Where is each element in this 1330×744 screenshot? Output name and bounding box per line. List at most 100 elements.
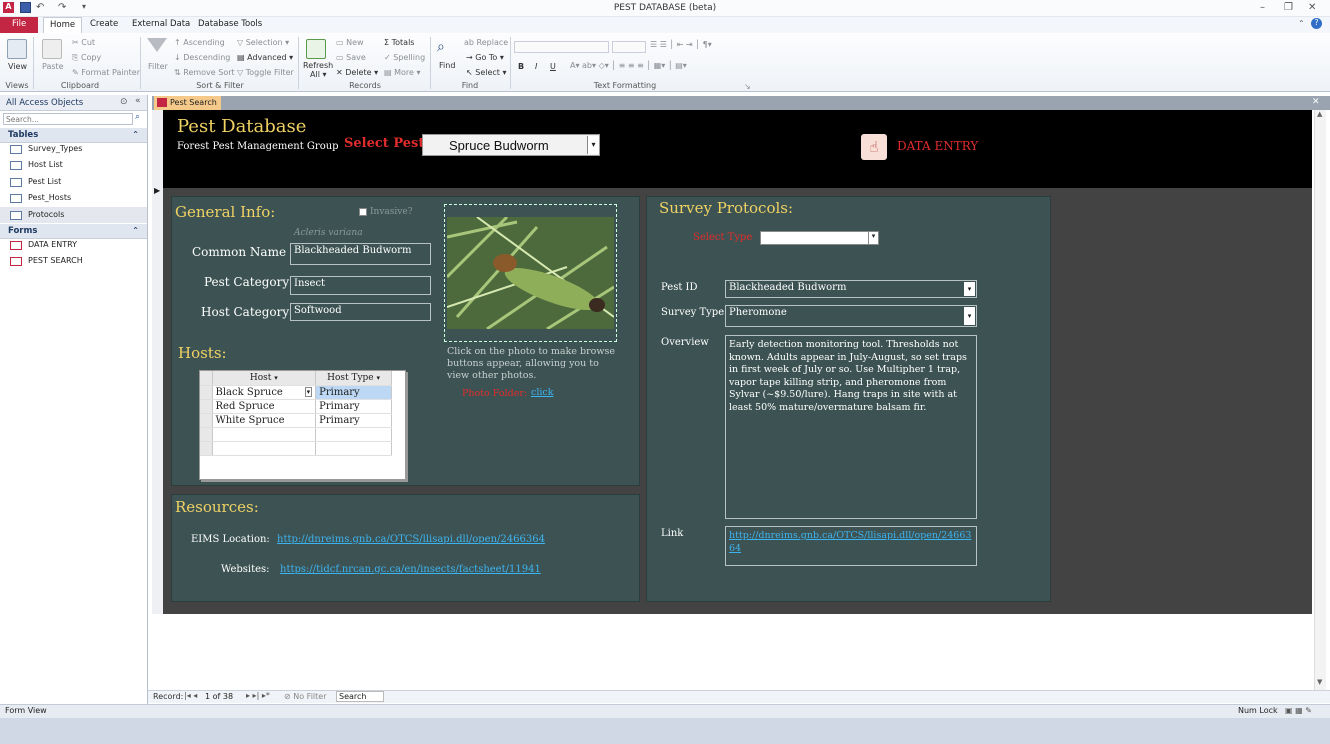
nav-item-pest-list[interactable]: Pest List [8, 174, 146, 190]
view-button[interactable]: View [8, 62, 27, 71]
table-row[interactable]: Red Spruce Primary [200, 399, 392, 414]
pest-category-field[interactable]: Insect [290, 276, 431, 295]
overview-field[interactable]: Early detection monitoring tool. Thresho… [725, 335, 977, 519]
common-name-field[interactable]: Blackheaded Budworm [290, 243, 431, 265]
close-tab-icon[interactable]: ✕ [1312, 97, 1320, 107]
table-row[interactable] [200, 441, 392, 456]
websites-link[interactable]: https://tidcf.nrcan.gc.ca/en/insects/fac… [280, 564, 541, 575]
nav-item-survey-types[interactable]: Survey_Types [8, 141, 146, 157]
pest-photo[interactable] [447, 217, 614, 329]
nav-item-protocols[interactable]: Protocols [0, 207, 147, 223]
host-cell[interactable]: Red Spruce [212, 399, 317, 414]
dialog-launcher-icon[interactable]: ↘ [744, 82, 751, 91]
advanced-button[interactable]: ▤ Advanced ▾ [237, 53, 293, 62]
row-selector[interactable] [200, 399, 213, 414]
scroll-up-icon[interactable]: ▲ [1317, 110, 1322, 118]
record-selector[interactable]: ▶ [152, 110, 163, 614]
binoculars-icon[interactable]: ⌕ [437, 39, 457, 57]
chevron-down-icon[interactable]: ▾ [964, 307, 975, 325]
ascending-label: Ascending [183, 38, 225, 47]
host-type-cell[interactable]: Primary [315, 413, 392, 428]
record-search-input[interactable]: Search [336, 691, 384, 702]
help-icon[interactable]: ? [1311, 18, 1322, 29]
find-button[interactable]: Find [439, 61, 455, 70]
photo-folder-link[interactable]: click [531, 387, 553, 398]
delete-record-button[interactable]: ✕ Delete ▾ [336, 68, 378, 77]
font-size-select [612, 41, 646, 53]
host-cell[interactable]: Black Spruce ▾ [212, 385, 317, 400]
vertical-scrollbar[interactable]: ▲ ▼ [1314, 110, 1326, 690]
group-clipboard: Clipboard [60, 81, 100, 90]
shutter-bar-icon[interactable]: « [135, 96, 141, 106]
nav-search-input[interactable] [3, 113, 133, 125]
next-record-icon[interactable]: ▸ ▸| ▸* [246, 691, 270, 700]
chevron-down-icon[interactable]: ▾ [868, 232, 878, 244]
nav-item-pest-search[interactable]: PEST SEARCH [8, 253, 146, 269]
host-category-field[interactable]: Softwood [290, 303, 431, 321]
pest-photo-frame[interactable] [444, 204, 617, 342]
no-filter-button[interactable]: ⊘ No Filter [284, 692, 326, 701]
close-icon[interactable]: ✕ [1308, 2, 1316, 13]
new-record-button: ▭ New [336, 38, 364, 47]
refresh-button[interactable]: Refresh [303, 61, 333, 70]
scroll-down-icon[interactable]: ▼ [1317, 678, 1322, 686]
goto-label: Go To [475, 53, 498, 62]
data-entry-button[interactable]: DATA ENTRY [897, 139, 978, 153]
record-navigation-bar: Record: |◂ ◂ 1 of 38 ▸ ▸| ▸* ⊘ No Filter… [148, 690, 1330, 703]
nav-item-host-list[interactable]: Host List [8, 157, 146, 173]
row-selector[interactable] [200, 413, 213, 428]
format-painter-label: Format Painter [81, 68, 140, 77]
hosts-col-host[interactable]: Host ▾ [212, 371, 317, 386]
refresh-icon[interactable] [306, 39, 326, 59]
host-type-cell[interactable]: Primary [315, 385, 392, 400]
tab-file[interactable]: File [0, 17, 39, 33]
first-record-icon[interactable]: |◂ ◂ [184, 691, 197, 700]
tab-pest-search[interactable]: Pest Search [154, 96, 221, 110]
link-field[interactable]: http://dnreims.gnb.ca/OTCS/llisapi.dll/o… [725, 526, 977, 566]
hosts-col-type[interactable]: Host Type ▾ [315, 371, 392, 386]
view-icon[interactable] [7, 39, 27, 59]
current-record-icon: ▶ [154, 186, 161, 195]
nav-item-data-entry[interactable]: DATA ENTRY [8, 237, 146, 253]
record-position[interactable]: 1 of 38 [205, 692, 233, 701]
copy-label: Copy [80, 53, 102, 62]
tab-external-data[interactable]: External Data [126, 17, 196, 33]
eims-link[interactable]: http://dnreims.gnb.ca/OTCS/llisapi.dll/o… [277, 534, 545, 545]
filter-button: Filter [148, 62, 168, 71]
goto-button[interactable]: → Go To ▾ [466, 53, 504, 62]
table-row[interactable]: White Spruce Primary [200, 413, 392, 428]
row-selector[interactable] [200, 385, 213, 400]
select-pest-combo[interactable]: Spruce Budworm ▾ [422, 134, 600, 156]
select-type-combo[interactable]: ▾ [760, 231, 879, 245]
restore-icon[interactable]: ❐ [1284, 2, 1293, 13]
minimize-ribbon-icon[interactable]: ⌃ [1298, 19, 1305, 28]
nav-header[interactable]: All Access Objects ⊙ « [0, 95, 147, 111]
tab-database-tools[interactable]: Database Tools [192, 17, 268, 33]
hosts-header-row: Host ▾ Host Type ▾ [200, 371, 392, 386]
chevron-down-icon[interactable]: ▾ [964, 282, 975, 296]
host-type-cell[interactable]: Primary [315, 399, 392, 414]
survey-type-combo[interactable]: Pheromone ▾ [725, 305, 977, 327]
chevron-down-icon[interactable]: ▾ [587, 136, 599, 154]
hand-pointer-icon[interactable]: ☝ [861, 134, 887, 160]
search-icon[interactable]: ⌕ [135, 112, 140, 122]
select-button[interactable]: ↖ Select ▾ [466, 68, 507, 77]
nav-menu-icon[interactable]: ⊙ [120, 97, 128, 107]
view-switcher-icons[interactable]: ▣ ▦ ✎ [1285, 706, 1312, 715]
table-row[interactable]: Black Spruce ▾ Primary [200, 385, 392, 400]
refresh-all-label[interactable]: All ▾ [310, 70, 326, 79]
chevron-down-icon[interactable]: ▾ [304, 386, 313, 397]
descending-label: Descending [183, 53, 231, 62]
navigation-pane: All Access Objects ⊙ « ⌕ Tables ⌃ Survey_… [0, 95, 148, 704]
save-record-button: ▭ Save [336, 53, 366, 62]
nav-item-pest-hosts[interactable]: Pest_Hosts [8, 190, 146, 206]
totals-button[interactable]: Σ Totals [384, 38, 414, 47]
invasive-checkbox[interactable] [359, 208, 367, 216]
pest-id-combo[interactable]: Blackheaded Budworm ▾ [725, 280, 977, 298]
table-row[interactable] [200, 427, 392, 442]
tab-create[interactable]: Create [84, 17, 124, 33]
tab-home[interactable]: Home [43, 17, 83, 33]
host-cell[interactable]: White Spruce [212, 413, 317, 428]
link-value[interactable]: http://dnreims.gnb.ca/OTCS/llisapi.dll/o… [729, 530, 971, 554]
minimize-icon[interactable]: – [1260, 2, 1265, 13]
